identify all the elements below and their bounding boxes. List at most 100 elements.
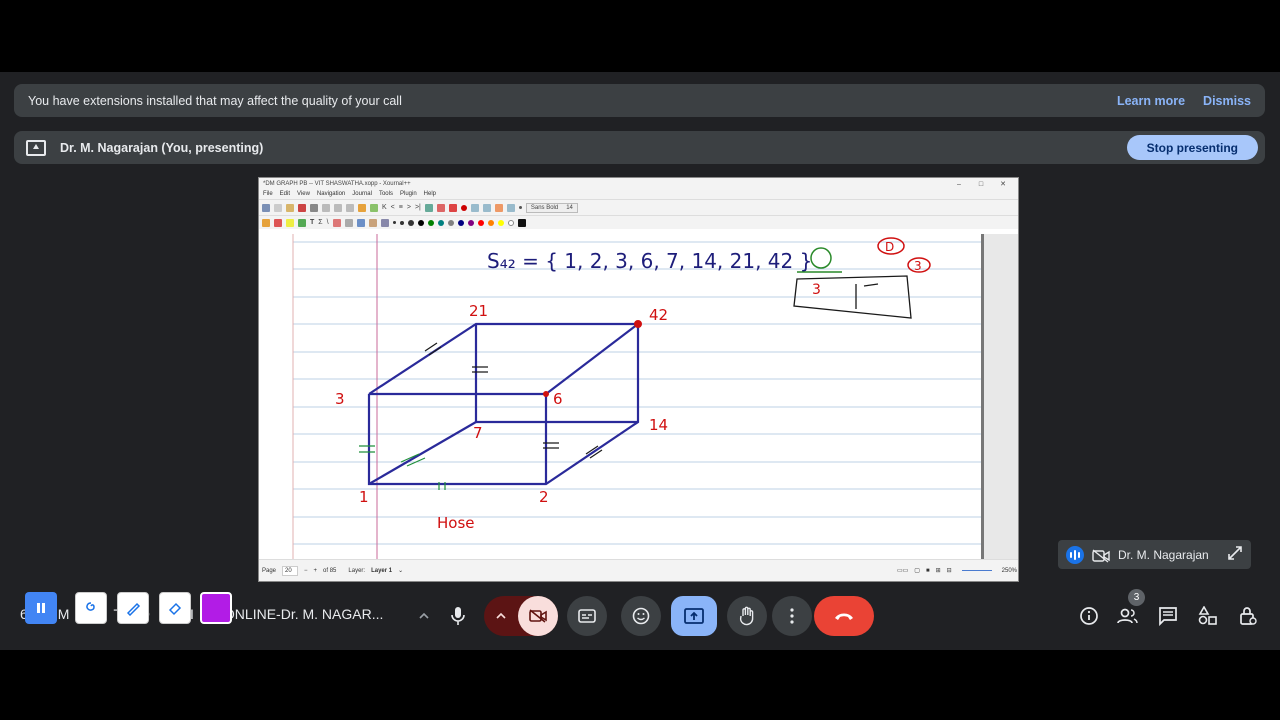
pen-color-gray[interactable] [447,219,454,226]
minimize-icon[interactable]: – [948,181,970,188]
paste-icon[interactable] [346,203,354,212]
annotation-pause-button[interactable] [25,592,57,624]
pen-color-yellow[interactable] [497,219,504,226]
line-tool-icon[interactable]: \ [327,219,329,226]
font-selector[interactable]: Sans Bold 14 [525,202,578,213]
people-icon[interactable] [1115,603,1141,629]
menu-edit[interactable]: Edit [280,191,290,198]
pause-icon[interactable] [482,203,491,212]
highlighter-icon[interactable] [286,218,294,227]
menu-view[interactable]: View [297,191,310,198]
cut-icon[interactable] [322,203,330,212]
copy-icon[interactable] [334,203,342,212]
menu-plugin[interactable]: Plugin [400,191,417,198]
chat-icon[interactable] [1155,603,1181,629]
image-icon[interactable] [298,218,306,227]
eraser-icon[interactable] [274,218,282,227]
next-page-icon[interactable]: > [407,204,411,211]
presentation-icon[interactable]: ▢ [914,567,920,574]
forward-icon[interactable] [506,203,515,212]
vertical-space-icon[interactable] [356,218,365,227]
present-now-button[interactable] [671,596,717,636]
prev-page-icon[interactable]: < [391,204,395,211]
open-icon[interactable] [286,203,294,212]
reactions-button[interactable] [621,596,661,636]
goto-page-icon[interactable]: ≡ [399,204,403,211]
pen-color-black[interactable] [417,219,424,226]
select-rect-icon[interactable] [344,218,353,227]
rewind-icon[interactable] [470,203,479,212]
stop-icon[interactable] [494,203,503,212]
menu-tools[interactable]: Tools [379,191,393,198]
pen-color-red[interactable] [477,219,484,226]
dismiss-link[interactable]: Dismiss [1203,94,1251,108]
layout-single-icon[interactable]: ▭▭ [897,567,908,574]
page-decrement-button[interactable]: − [304,568,308,574]
learn-more-link[interactable]: Learn more [1117,94,1185,108]
annotation-color-button[interactable] [200,592,232,624]
raise-hand-button[interactable] [727,596,767,636]
meeting-details-icon[interactable] [1076,603,1102,629]
page-number-input[interactable]: 20 [282,565,299,576]
redo-icon[interactable] [370,203,378,212]
pen-color-purple[interactable] [467,219,474,226]
hand-icon[interactable] [368,218,377,227]
main-toolbar: K < ≡ > >| Sans Bold 14 [259,199,1018,215]
export-pdf-icon[interactable] [298,203,306,212]
snap-icon[interactable] [380,218,389,227]
menu-file[interactable]: File [263,191,273,198]
zoom-out-icon[interactable]: ⊟ [947,567,952,574]
last-page-icon[interactable]: >| [415,204,421,211]
pen-color-teal[interactable] [437,219,444,226]
record-icon[interactable] [460,204,467,211]
layer-select[interactable]: Layer 1 [371,568,392,574]
menu-help[interactable]: Help [424,191,436,198]
menu-journal[interactable]: Journal [352,191,372,198]
pen-color-orange[interactable] [487,219,494,226]
presenting-banner: Dr. M. Nagarajan (You, presenting) Stop … [14,131,1265,164]
delete-page-icon[interactable] [436,203,445,212]
print-icon[interactable] [310,203,318,212]
pen-color-green[interactable] [427,219,434,226]
camera-options-button[interactable] [484,612,518,620]
captions-button[interactable] [567,596,607,636]
activities-icon[interactable] [1195,603,1221,629]
thick-line-icon[interactable] [407,219,414,226]
close-icon[interactable]: ✕ [992,180,1014,188]
host-controls-icon[interactable] [1235,603,1261,629]
new-page-icon[interactable] [424,203,433,212]
page-increment-button[interactable]: + [314,568,318,574]
expand-icon[interactable] [1227,545,1243,564]
new-icon[interactable] [274,203,282,212]
stop-presenting-button[interactable]: Stop presenting [1126,135,1258,160]
text-tool-icon[interactable]: T [310,219,314,226]
medium-line-icon[interactable] [399,220,404,225]
dot-small-icon[interactable] [518,206,522,209]
save-icon[interactable] [262,203,270,212]
self-view-tile[interactable]: Dr. M. Nagarajan [1058,540,1251,569]
thin-line-icon[interactable] [392,221,396,224]
layer-dropdown-icon[interactable]: ⌄ [398,567,403,574]
annotation-pen-button[interactable] [117,592,149,624]
pen-color-white[interactable] [507,219,514,226]
select-region-icon[interactable] [332,218,341,227]
pen-color-navy[interactable] [457,219,464,226]
menu-navigation[interactable]: Navigation [317,191,345,198]
annotation-lasso-button[interactable] [75,592,107,624]
more-options-button[interactable] [772,596,812,636]
zoom-in-icon[interactable]: ⊞ [936,567,941,574]
camera-off-button[interactable] [518,596,558,636]
maximize-icon[interactable]: □ [970,181,992,188]
zoom-fit-icon[interactable]: ■ [926,568,930,574]
custom-color-icon[interactable] [517,218,526,227]
undo-icon[interactable] [358,203,366,212]
fullscreen-icon[interactable] [448,203,457,212]
pen-icon[interactable] [262,218,270,227]
microphone-button[interactable] [438,596,478,636]
math-tool-icon[interactable]: Σ [318,219,322,226]
leave-call-button[interactable] [814,596,874,636]
first-page-icon[interactable]: K [382,204,387,211]
zoom-slider[interactable] [961,570,992,571]
annotation-eraser-button[interactable] [159,592,191,624]
journal-canvas[interactable]: S₄₂ = { 1, 2, 3, 6, 7, 14, 21, 42 } D 3 … [259,234,1018,560]
